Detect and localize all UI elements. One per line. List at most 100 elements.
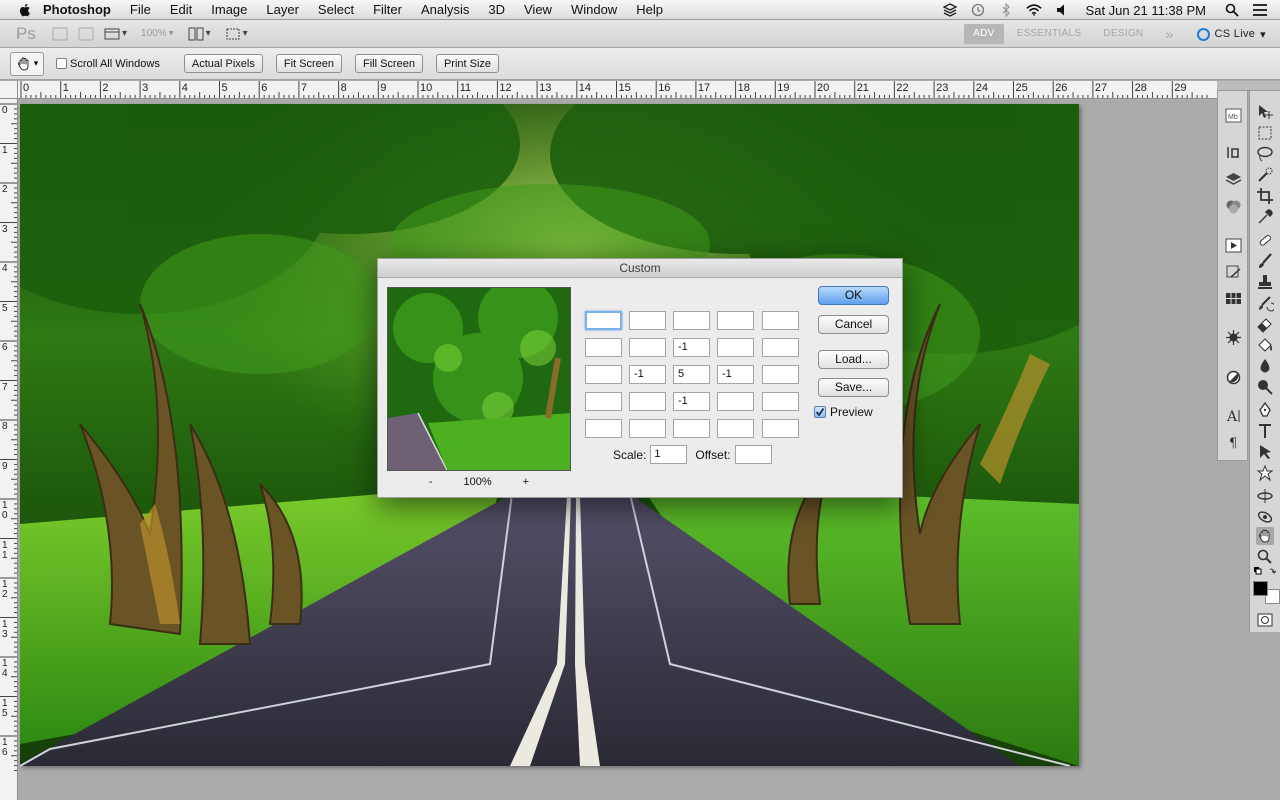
matrix-cell[interactable] (762, 419, 799, 438)
preview-option[interactable]: Preview (814, 405, 873, 419)
screen-mode-button[interactable]: ▾ (225, 27, 248, 41)
ruler-origin[interactable] (0, 81, 18, 99)
paragraph-icon[interactable]: ¶ (1225, 433, 1242, 450)
wifi-icon[interactable] (1025, 2, 1042, 18)
foreground-color-swatch[interactable] (1253, 581, 1268, 596)
actual-pixels-button[interactable]: Actual Pixels (183, 54, 263, 73)
channels-icon[interactable] (1225, 198, 1242, 215)
crop-tool-icon[interactable] (1256, 187, 1274, 205)
lasso-tool-icon[interactable] (1256, 145, 1274, 163)
move-tool-icon[interactable] (1256, 103, 1274, 121)
menu-analysis[interactable]: Analysis (421, 2, 469, 17)
hand-tool-icon[interactable] (1256, 527, 1274, 545)
type-tool-icon[interactable] (1256, 422, 1274, 440)
filter-preview[interactable] (387, 287, 571, 471)
actions-icon[interactable] (1225, 237, 1242, 254)
menu-help[interactable]: Help (636, 2, 663, 17)
blur-tool-icon[interactable] (1256, 357, 1274, 375)
pen-tool-icon[interactable] (1256, 401, 1274, 419)
3d-orbit-tool-icon[interactable] (1256, 508, 1274, 526)
apple-icon[interactable] (17, 2, 33, 18)
clock[interactable]: Sat Jun 21 11:38 PM (1086, 3, 1206, 18)
character-icon[interactable]: A (1225, 407, 1242, 424)
matrix-cell[interactable]: -1 (673, 338, 710, 357)
cancel-button[interactable]: Cancel (818, 315, 889, 334)
dropbox-icon[interactable] (942, 2, 958, 18)
workspace-adv[interactable]: ADV (964, 24, 1004, 44)
matrix-cell[interactable] (762, 311, 799, 330)
menu-window[interactable]: Window (571, 2, 617, 17)
custom-shape-tool-icon[interactable] (1256, 464, 1274, 482)
paragraph-styles-icon[interactable] (1225, 264, 1242, 281)
bluetooth-icon[interactable] (998, 2, 1014, 18)
horizontal-ruler[interactable]: 0 1 2 3 4 5 6 7 8 9 10 11 12 13 14 15 16 17 18 19 20 21 22 23 24… (18, 81, 1217, 99)
matrix-cell[interactable] (629, 311, 666, 330)
matrix-cell[interactable] (762, 338, 799, 357)
more-workspaces-button[interactable]: » (1156, 24, 1182, 44)
dodge-tool-icon[interactable] (1256, 378, 1274, 396)
fill-screen-button[interactable]: Fill Screen (354, 54, 423, 73)
view-extras-button[interactable]: ▾ (104, 27, 127, 41)
matrix-cell[interactable] (629, 419, 666, 438)
matrix-cell[interactable] (585, 365, 622, 384)
matrix-cell[interactable] (717, 311, 754, 330)
matrix-cell[interactable] (762, 392, 799, 411)
matrix-cell[interactable] (717, 419, 754, 438)
clone-stamp-tool-icon[interactable] (1256, 273, 1274, 291)
matrix-cell[interactable] (585, 419, 622, 438)
menu-file[interactable]: File (130, 2, 151, 17)
workspace-essentials[interactable]: ESSENTIALS (1008, 24, 1091, 44)
matrix-cell[interactable]: -1 (629, 365, 666, 384)
menu-view[interactable]: View (524, 2, 552, 17)
tool-preset-picker[interactable]: ▾ (10, 51, 44, 76)
ok-button[interactable]: OK (818, 286, 889, 305)
preview-checkbox[interactable] (814, 406, 826, 418)
vertical-ruler[interactable]: 0 1 2 3 4 5 6 7 8 9 10 11 12 13 14 15 16 (0, 99, 18, 800)
quick-mask-mode-icon[interactable] (1256, 611, 1274, 629)
volume-icon[interactable] (1054, 2, 1070, 18)
eyedropper-tool-icon[interactable] (1256, 208, 1274, 226)
default-colors-icon[interactable] (1253, 566, 1277, 580)
eraser-tool-icon[interactable] (1256, 315, 1274, 333)
save-button[interactable]: Save... (818, 378, 889, 397)
arrange-documents-button[interactable]: ▾ (188, 27, 211, 41)
matrix-cell[interactable] (717, 392, 754, 411)
dialog-title[interactable]: Custom (378, 259, 902, 278)
mini-bridge-button[interactable] (78, 27, 94, 41)
zoom-tool-icon[interactable] (1256, 548, 1274, 566)
matrix-cell[interactable] (762, 365, 799, 384)
swatches-icon[interactable] (1225, 290, 1242, 307)
marquee-tool-icon[interactable] (1256, 124, 1274, 142)
menu-filter[interactable]: Filter (373, 2, 402, 17)
notification-list-icon[interactable] (1252, 2, 1268, 18)
3d-rotate-tool-icon[interactable] (1256, 487, 1274, 505)
menu-select[interactable]: Select (318, 2, 354, 17)
matrix-cell-center[interactable]: 5 (673, 365, 710, 384)
scroll-all-windows-option[interactable]: Scroll All Windows (56, 58, 160, 70)
spot-healing-brush-tool-icon[interactable] (1256, 231, 1274, 249)
print-size-button[interactable]: Print Size (435, 54, 500, 73)
history-brush-tool-icon[interactable] (1256, 294, 1274, 312)
workspace-design[interactable]: DESIGN (1094, 24, 1152, 44)
history-icon[interactable] (1225, 144, 1242, 161)
brush-tool-icon[interactable] (1256, 252, 1274, 270)
quick-selection-tool-icon[interactable] (1256, 166, 1274, 184)
menu-3d[interactable]: 3D (488, 2, 505, 17)
time-machine-icon[interactable] (970, 2, 986, 18)
matrix-cell[interactable] (629, 392, 666, 411)
paint-bucket-tool-icon[interactable] (1256, 336, 1274, 354)
scale-field[interactable]: 1 (650, 445, 688, 464)
scroll-all-windows-checkbox[interactable] (56, 58, 67, 69)
zoom-level-dropdown[interactable]: 100% ▾ (141, 28, 174, 39)
brush-presets-icon[interactable] (1225, 329, 1242, 346)
matrix-cell[interactable] (717, 338, 754, 357)
mini-bridge-icon[interactable]: Mb (1225, 107, 1242, 124)
matrix-cell[interactable] (585, 338, 622, 357)
layers-icon[interactable] (1225, 171, 1242, 188)
fit-screen-button[interactable]: Fit Screen (275, 54, 342, 73)
spotlight-search-icon[interactable] (1224, 2, 1240, 18)
menu-layer[interactable]: Layer (266, 2, 299, 17)
zoom-in-button[interactable]: + (523, 476, 529, 488)
matrix-cell[interactable]: -1 (717, 365, 754, 384)
matrix-cell[interactable] (629, 338, 666, 357)
